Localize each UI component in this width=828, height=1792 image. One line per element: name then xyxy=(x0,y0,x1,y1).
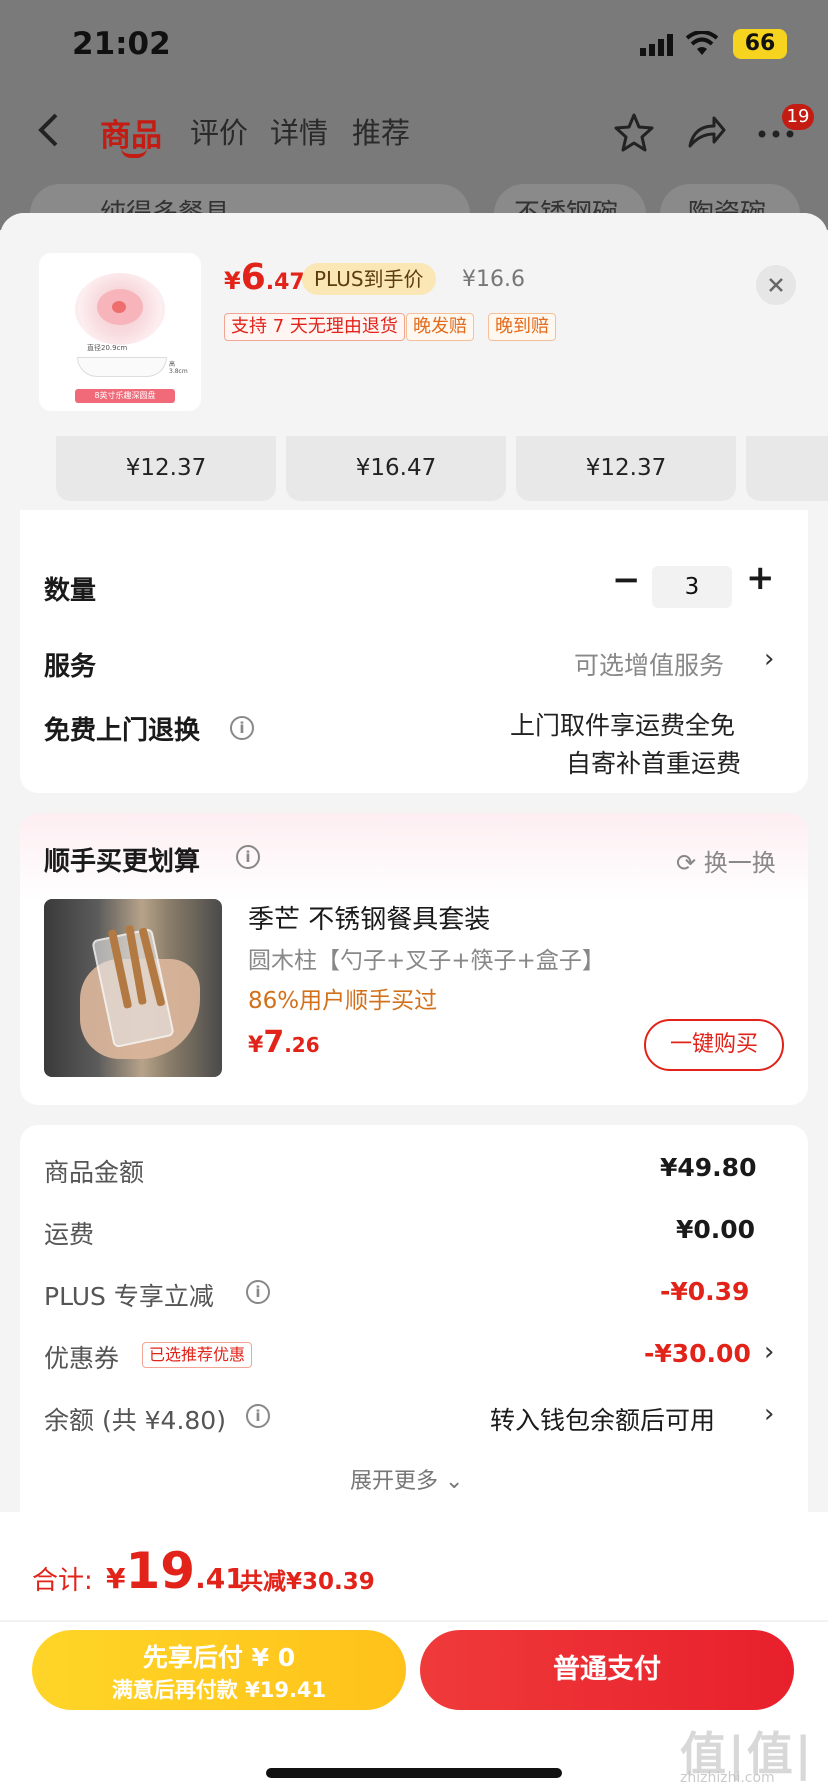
purchase-sheet: ¥12.37 ¥16.47 ¥12.37 直径20.9cm 高 3.8cm 8英… xyxy=(0,213,828,1792)
standard-pay-button[interactable]: 普通支付 xyxy=(420,1630,794,1710)
coupon-recommended-tag: 已选推荐优惠 xyxy=(142,1342,253,1368)
service-chevron-icon[interactable]: › xyxy=(764,644,774,674)
addon-bought-rate: 86%用户顺手买过 xyxy=(248,988,438,1014)
thumb-size-text: 直径20.9cm xyxy=(87,344,128,352)
total-savings: 共减¥30.39 xyxy=(240,1569,375,1595)
tab-details[interactable]: 详情 xyxy=(270,110,328,152)
home-indicator xyxy=(266,1768,562,1778)
quantity-input[interactable]: 3 xyxy=(652,566,732,608)
status-time: 21:02 xyxy=(72,26,171,62)
one-click-buy-button[interactable]: 一键购买 xyxy=(644,1019,784,1071)
tab-recommend[interactable]: 推荐 xyxy=(352,110,410,152)
total-integer: 19 xyxy=(125,1542,196,1600)
price-decimal: .47 xyxy=(265,270,305,295)
addon-price-currency: ¥ xyxy=(248,1033,264,1058)
dish-side-view xyxy=(77,357,167,377)
total-currency: ¥ xyxy=(106,1562,126,1595)
coupon-label: 优惠券 xyxy=(44,1344,120,1373)
flower-decoration xyxy=(112,301,126,313)
refresh-label: 换一换 xyxy=(703,849,776,877)
balance-info-icon[interactable]: i xyxy=(246,1404,270,1428)
active-tab-indicator xyxy=(121,148,147,158)
price-integer: 6 xyxy=(240,257,266,298)
total-decimal: .41 xyxy=(195,1562,245,1595)
goods-amount-label: 商品金额 xyxy=(44,1158,145,1187)
addon-spec: 圆木柱【勺子+叉子+筷子+盒子】 xyxy=(248,948,605,974)
original-price: ¥16.6 xyxy=(462,267,525,292)
divider xyxy=(0,1620,828,1622)
tag-7day-return: 支持 7 天无理由退货 xyxy=(224,313,405,341)
balance-label: 余额 (共 ¥4.80) xyxy=(44,1406,226,1435)
plus-info-icon[interactable]: i xyxy=(246,1280,270,1304)
options-card: 数量 − 3 + 服务 可选增值服务 › 免费上门退换 i 上门取件享运费全免 … xyxy=(20,510,808,793)
product-thumbnail: 直径20.9cm 高 3.8cm 8英寸乐趣深圆盘 xyxy=(39,253,201,411)
signal-icon xyxy=(640,34,673,56)
shipping-value: ¥0.00 xyxy=(676,1215,756,1244)
share-icon[interactable] xyxy=(686,112,726,152)
quantity-plus-button[interactable]: + xyxy=(746,558,775,598)
balance-value[interactable]: 转入钱包余额后可用 xyxy=(490,1401,715,1437)
plus-discount-value: -¥0.39 xyxy=(660,1277,750,1306)
service-label: 服务 xyxy=(44,652,97,682)
info-icon[interactable]: i xyxy=(230,716,254,740)
addon-title: 顺手买更划算 xyxy=(44,847,201,877)
free-return-label: 免费上门退换 xyxy=(44,716,201,746)
return-line-2: 自寄补首重运费 xyxy=(566,749,742,778)
balance-chevron-icon[interactable]: › xyxy=(764,1399,774,1429)
tab-reviews[interactable]: 评价 xyxy=(190,110,248,152)
addon-price: ¥7.26 xyxy=(248,1025,320,1060)
summary-card: 商品金额 ¥49.80 运费 ¥0.00 PLUS 专享立减 i -¥0.39 … xyxy=(20,1125,808,1545)
tag-late-arrive: 晚到赔 xyxy=(488,313,556,341)
tag-late-ship: 晚发赔 xyxy=(406,313,474,341)
pay-later-button[interactable]: 先享后付 ¥ 0 满意后再付款 ¥19.41 xyxy=(32,1630,406,1710)
checkout-bar: 合计: ¥19.41 共减¥30.39 先享后付 ¥ 0 满意后再付款 ¥19.… xyxy=(0,1512,828,1792)
shipping-label: 运费 xyxy=(44,1220,95,1249)
pay-later-line-2: 满意后再付款 ¥19.41 xyxy=(111,1678,327,1702)
quantity-label: 数量 xyxy=(44,576,97,606)
star-icon[interactable] xyxy=(614,112,654,152)
message-badge: 19 xyxy=(782,104,814,130)
total-price: ¥19.41 xyxy=(106,1542,245,1600)
product-nav-bar: 商品 评价 详情 推荐 19 xyxy=(0,96,828,166)
goods-amount-value: ¥49.80 xyxy=(660,1153,757,1182)
addon-name[interactable]: 季芒 不锈钢餐具套装 xyxy=(248,899,490,936)
price-currency: ¥ xyxy=(224,267,241,295)
refresh-icon: ⟳ xyxy=(676,849,697,877)
plus-price-badge: PLUS到手价 xyxy=(302,263,436,295)
refresh-button[interactable]: ⟳ 换一换 xyxy=(676,843,776,878)
coupon-value[interactable]: -¥30.00 xyxy=(644,1339,751,1368)
addon-price-decimal: .26 xyxy=(284,1033,320,1057)
total-label: 合计: xyxy=(32,1566,93,1596)
service-value[interactable]: 可选增值服务 xyxy=(574,646,724,682)
plus-discount-label: PLUS 专享立减 xyxy=(44,1282,214,1311)
back-icon[interactable] xyxy=(36,112,62,148)
thumb-height-text: 高 3.8cm xyxy=(169,361,188,375)
watermark-url: zhizhizhi.com xyxy=(680,1770,775,1786)
battery-indicator: 66 xyxy=(733,29,787,59)
return-line-1: 上门取件享运费全免 xyxy=(510,711,736,740)
product-price: ¥6.47 xyxy=(224,257,305,298)
addon-price-integer: 7 xyxy=(263,1025,285,1060)
coupon-chevron-icon[interactable]: › xyxy=(764,1337,774,1367)
wifi-icon xyxy=(686,31,718,55)
addon-card: 顺手买更划算 i ⟳ 换一换 季芒 不锈钢餐具套装 圆木柱【勺子+叉子+筷子+盒… xyxy=(20,813,808,1105)
status-bar: 21:02 66 xyxy=(0,0,828,90)
addon-product-image[interactable] xyxy=(44,899,222,1077)
expand-more-button[interactable]: 展开更多 ⌄ xyxy=(350,1463,463,1495)
thumb-banner: 8英寸乐趣深圆盘 xyxy=(75,389,175,403)
sheet-header: 直径20.9cm 高 3.8cm 8英寸乐趣深圆盘 ¥6.47 PLUS到手价 … xyxy=(0,213,828,436)
close-icon[interactable] xyxy=(756,265,796,305)
quantity-minus-button[interactable]: − xyxy=(612,560,641,600)
pay-later-line-1: 先享后付 ¥ 0 xyxy=(142,1643,296,1672)
addon-info-icon[interactable]: i xyxy=(236,845,260,869)
